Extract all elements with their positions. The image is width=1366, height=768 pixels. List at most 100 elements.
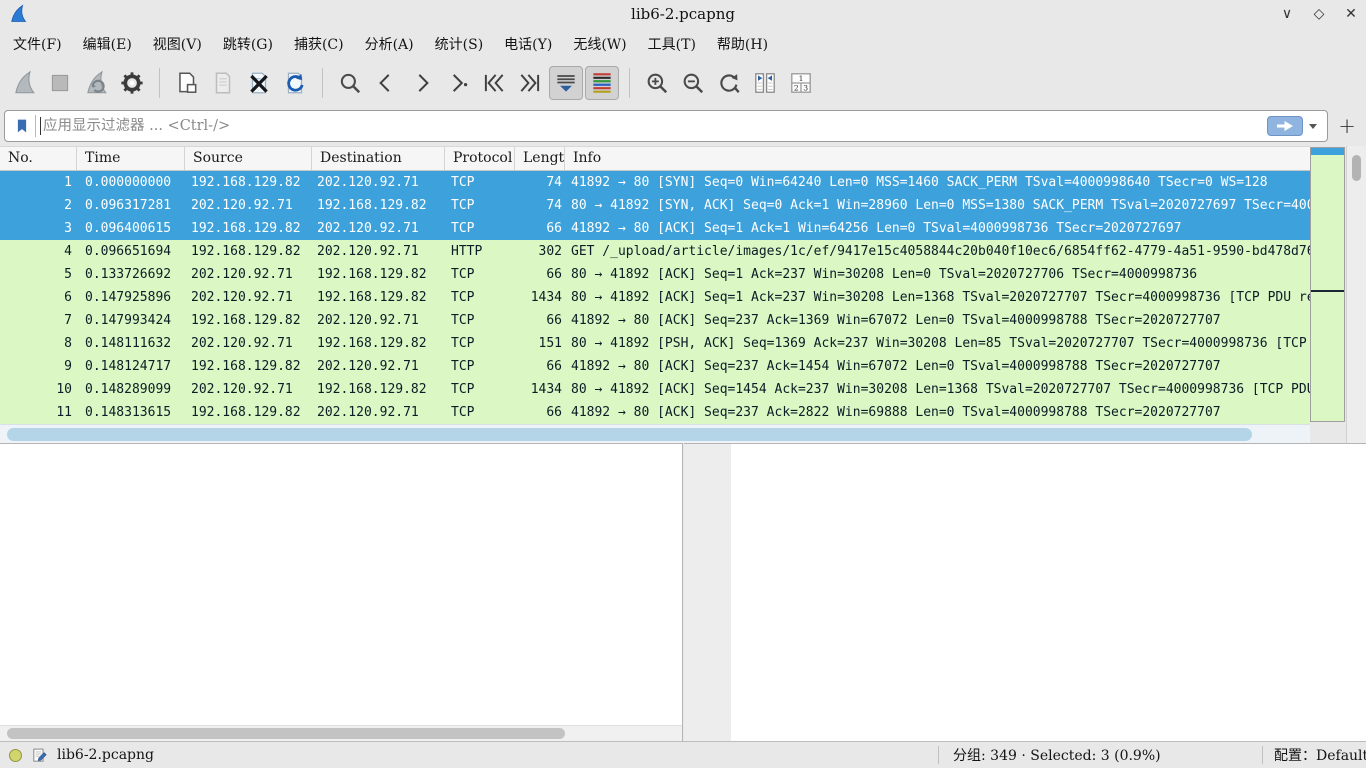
menu-file[interactable]: 文件(F) <box>3 31 72 57</box>
details-hscrollbar[interactable] <box>0 725 682 741</box>
menu-edit[interactable]: 编辑(E) <box>73 31 142 57</box>
cell-protocol: TCP <box>445 194 515 217</box>
filter-dropdown-caret[interactable] <box>1309 124 1317 129</box>
cell-destination: 202.120.92.71 <box>312 309 445 332</box>
next-packet-icon[interactable] <box>405 66 439 100</box>
packet-row[interactable]: 2 0.096317281 202.120.92.71 192.168.129.… <box>0 194 1310 217</box>
filter-bookmark-icon[interactable] <box>9 113 35 139</box>
cell-info: 80 → 41892 [PSH, ACK] Seq=1369 Ack=237 W… <box>565 332 1310 355</box>
cell-protocol: TCP <box>445 263 515 286</box>
packet-row[interactable]: 9 0.148124717 192.168.129.82 202.120.92.… <box>0 355 1310 378</box>
last-packet-icon[interactable] <box>513 66 547 100</box>
packet-row[interactable]: 5 0.133726692 202.120.92.71 192.168.129.… <box>0 263 1310 286</box>
cell-length: 66 <box>515 355 565 378</box>
cell-info: 80 → 41892 [ACK] Seq=1 Ack=237 Win=30208… <box>565 286 1310 309</box>
cell-time: 0.147993424 <box>77 309 185 332</box>
close-button[interactable]: ✕ <box>1342 5 1360 23</box>
resize-columns-icon[interactable] <box>748 66 782 100</box>
menu-tools[interactable]: 工具(T) <box>638 31 706 57</box>
column-header-no[interactable]: No. <box>0 147 77 170</box>
find-packet-icon[interactable] <box>333 66 367 100</box>
expert-info-indicator[interactable] <box>9 749 22 762</box>
cell-no: 6 <box>0 286 77 309</box>
packet-list-vscrollbar[interactable] <box>1346 146 1366 443</box>
zoom-out-icon[interactable] <box>676 66 710 100</box>
cell-time: 0.148313615 <box>77 401 185 424</box>
column-header-source[interactable]: Source <box>185 147 312 170</box>
packet-row[interactable]: 10 0.148289099 202.120.92.71 192.168.129… <box>0 378 1310 401</box>
cell-destination: 192.168.129.82 <box>312 194 445 217</box>
first-packet-icon[interactable] <box>477 66 511 100</box>
auto-scroll-icon[interactable] <box>549 66 583 100</box>
packet-row[interactable]: 4 0.096651694 192.168.129.82 202.120.92.… <box>0 240 1310 263</box>
packet-list-hscrollbar-thumb[interactable] <box>7 428 1252 441</box>
svg-text:2: 2 <box>794 83 799 92</box>
maximize-button[interactable]: ◇ <box>1310 5 1328 23</box>
cell-protocol: TCP <box>445 355 515 378</box>
column-header-protocol[interactable]: Protocol <box>445 147 515 170</box>
menu-statistics[interactable]: 统计(S) <box>425 31 494 57</box>
go-to-packet-icon[interactable] <box>441 66 475 100</box>
cell-info: 41892 → 80 [ACK] Seq=1 Ack=1 Win=64256 L… <box>565 217 1310 240</box>
column-header-length[interactable]: Length <box>515 147 565 170</box>
packet-row[interactable]: 1 0.000000000 192.168.129.82 202.120.92.… <box>0 171 1310 194</box>
cell-destination: 202.120.92.71 <box>312 171 445 194</box>
menu-capture[interactable]: 捕获(C) <box>284 31 354 57</box>
zoom-in-icon[interactable] <box>640 66 674 100</box>
pane-splitter[interactable] <box>684 443 731 741</box>
menu-help[interactable]: 帮助(H) <box>707 31 778 57</box>
column-header-destination[interactable]: Destination <box>312 147 445 170</box>
packet-map[interactable] <box>1310 147 1345 422</box>
layout-123-icon[interactable]: 123 <box>784 66 818 100</box>
open-file-icon[interactable] <box>170 66 204 100</box>
cell-protocol: TCP <box>445 401 515 424</box>
status-profile[interactable]: 配置：Default <box>1263 745 1366 765</box>
packet-list-header: No. Time Source Destination Protocol Len… <box>0 146 1310 171</box>
cell-time: 0.000000000 <box>77 171 185 194</box>
column-header-time[interactable]: Time <box>77 147 185 170</box>
start-capture-icon[interactable] <box>7 66 41 100</box>
column-header-info[interactable]: Info <box>565 147 1310 170</box>
zoom-reset-icon[interactable] <box>712 66 746 100</box>
apply-filter-button[interactable] <box>1267 116 1303 136</box>
cell-no: 3 <box>0 217 77 240</box>
colorize-packets-icon[interactable] <box>585 66 619 100</box>
cell-no: 2 <box>0 194 77 217</box>
packet-map-selection <box>1311 148 1344 155</box>
restart-capture-icon[interactable] <box>79 66 113 100</box>
menu-go[interactable]: 跳转(G) <box>213 31 283 57</box>
display-filter-input[interactable] <box>43 113 1267 139</box>
packet-rows: 1 0.000000000 192.168.129.82 202.120.92.… <box>0 171 1310 424</box>
menu-view[interactable]: 视图(V) <box>143 31 212 57</box>
cell-length: 1434 <box>515 378 565 401</box>
packet-row[interactable]: 11 0.148313615 192.168.129.82 202.120.92… <box>0 401 1310 424</box>
filter-bar: + <box>0 106 1366 146</box>
details-hscrollbar-thumb[interactable] <box>7 728 565 739</box>
cell-time: 0.148124717 <box>77 355 185 378</box>
menu-wireless[interactable]: 无线(W) <box>563 31 636 57</box>
packet-list-vscrollbar-thumb[interactable] <box>1352 155 1361 181</box>
capture-options-icon[interactable] <box>115 66 149 100</box>
add-filter-button[interactable]: + <box>1334 111 1360 141</box>
stop-capture-icon[interactable] <box>43 66 77 100</box>
packet-list-hscrollbar[interactable] <box>0 424 1310 443</box>
display-filter-field[interactable] <box>4 110 1328 142</box>
packet-row[interactable]: 7 0.147993424 192.168.129.82 202.120.92.… <box>0 309 1310 332</box>
capture-comment-icon[interactable] <box>31 747 48 764</box>
menu-analyze[interactable]: 分析(A) <box>355 31 424 57</box>
close-file-icon[interactable] <box>242 66 276 100</box>
packet-row[interactable]: 6 0.147925896 202.120.92.71 192.168.129.… <box>0 286 1310 309</box>
packet-row[interactable]: 8 0.148111632 202.120.92.71 192.168.129.… <box>0 332 1310 355</box>
cell-time: 0.096651694 <box>77 240 185 263</box>
minimize-button[interactable]: ∨ <box>1278 5 1296 23</box>
cell-source: 192.168.129.82 <box>185 240 312 263</box>
cell-no: 4 <box>0 240 77 263</box>
cell-time: 0.147925896 <box>77 286 185 309</box>
cell-length: 151 <box>515 332 565 355</box>
menu-telephony[interactable]: 电话(Y) <box>494 31 562 57</box>
reload-file-icon[interactable] <box>278 66 312 100</box>
previous-packet-icon[interactable] <box>369 66 403 100</box>
cell-time: 0.096317281 <box>77 194 185 217</box>
packet-row[interactable]: 3 0.096400615 192.168.129.82 202.120.92.… <box>0 217 1310 240</box>
save-file-icon[interactable] <box>206 66 240 100</box>
